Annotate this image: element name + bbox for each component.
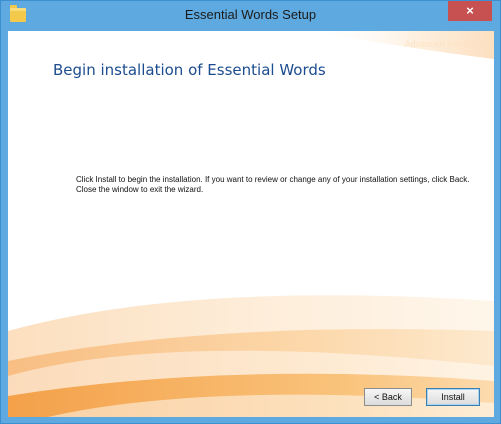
back-button[interactable]: < Back xyxy=(364,388,412,406)
wizard-panel: Advanced Installation Begin installation… xyxy=(8,31,494,417)
close-button[interactable]: × xyxy=(448,1,492,21)
title-bar[interactable]: Essential Words Setup × xyxy=(1,1,500,31)
advanced-installation-link[interactable]: Advanced Installation xyxy=(404,39,490,49)
window-title: Essential Words Setup xyxy=(184,7,317,22)
setup-window: Essential Words Setup × Advanced Install… xyxy=(0,0,501,424)
background-swoosh xyxy=(8,31,494,417)
install-button[interactable]: Install xyxy=(426,388,480,406)
instruction-text: Click Install to begin the installation.… xyxy=(76,175,470,194)
page-title: Begin installation of Essential Words xyxy=(53,61,326,79)
close-icon: × xyxy=(466,3,474,18)
